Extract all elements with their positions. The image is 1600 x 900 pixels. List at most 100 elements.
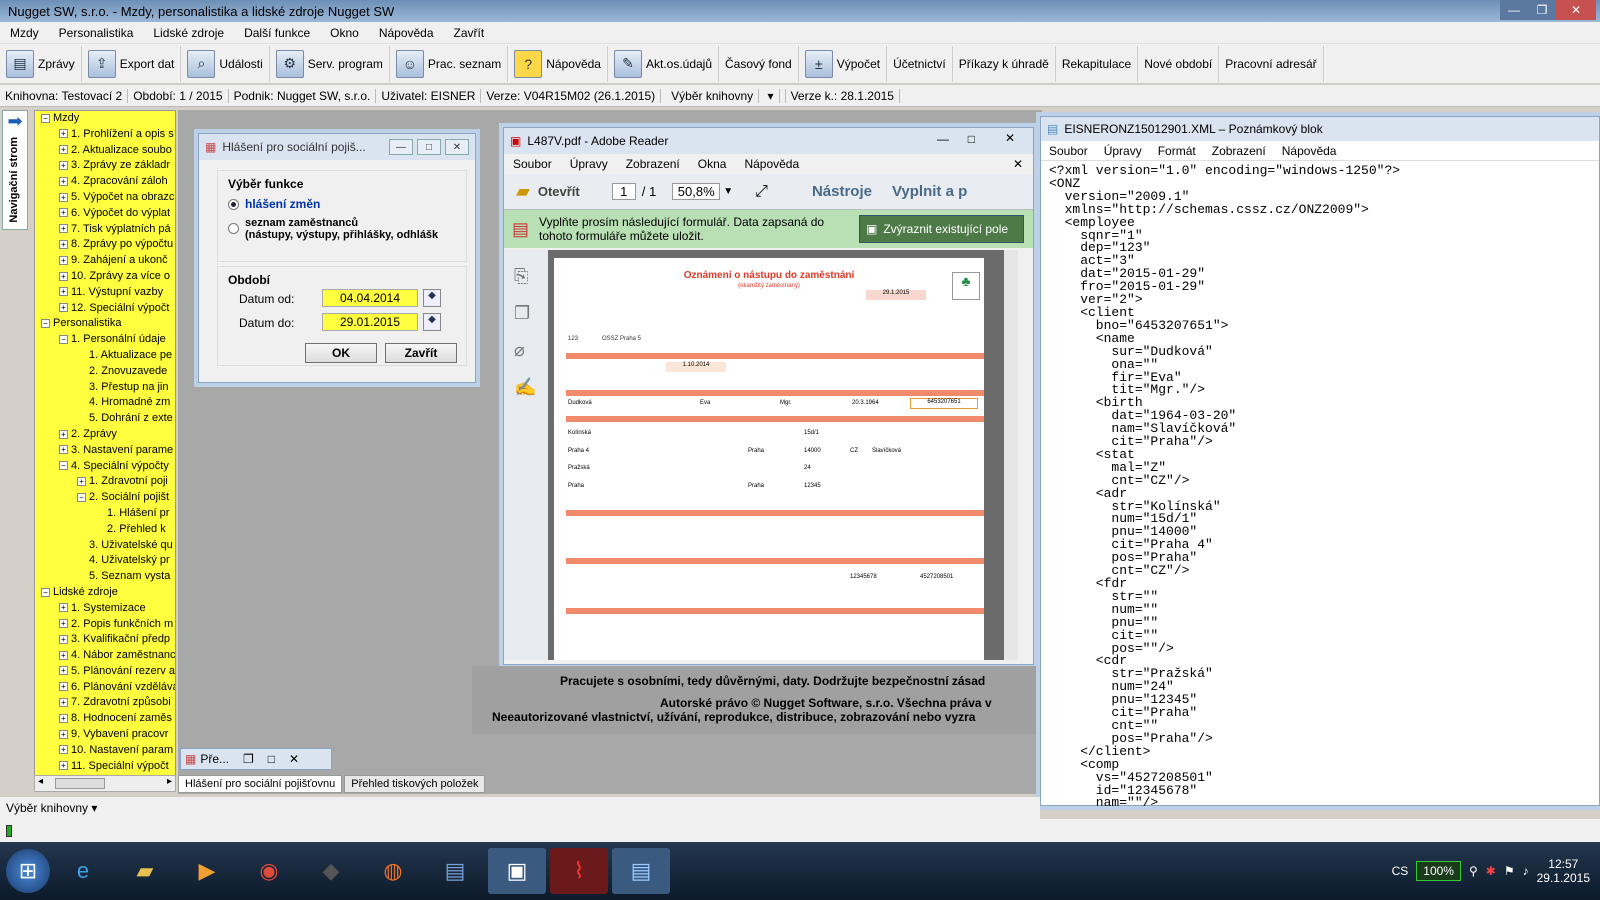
menu-zavrit[interactable]: Zavřít — [444, 26, 495, 40]
form-country[interactable]: CZ — [850, 448, 858, 454]
tree-item[interactable]: +7. Zdravotní způsobi — [35, 695, 175, 711]
date-to-field[interactable]: 29.01.2015 — [322, 313, 418, 331]
form-city-2[interactable]: Praha — [568, 483, 584, 489]
reader-menu-okna[interactable]: Okna — [689, 157, 736, 171]
language-indicator[interactable]: CS — [1392, 864, 1409, 878]
tree-item[interactable]: +4. Zpracování záloh — [35, 174, 175, 190]
menu-lidske-zdroje[interactable]: Lidské zdroje — [143, 26, 234, 40]
volume-icon[interactable]: ♪ — [1523, 864, 1529, 878]
network-icon[interactable]: ⚲ — [1469, 864, 1478, 878]
tree-item[interactable]: −1. Personální údaje — [35, 332, 175, 348]
scroll-left-icon[interactable]: ◂ — [38, 776, 43, 787]
tree-item[interactable]: 4. Hromadné zm — [35, 395, 175, 411]
form-date-start[interactable]: 1.10.2014 — [666, 362, 726, 372]
tree-item[interactable]: +8. Zprávy po výpočtu — [35, 237, 175, 253]
tree-item[interactable]: 1. Hlášení pr — [35, 506, 175, 522]
collapse-icon[interactable]: − — [41, 318, 50, 328]
form-employer-id[interactable]: 12345678 — [850, 574, 877, 580]
tree-item[interactable]: +3. Zprávy ze základr — [35, 158, 175, 174]
tree-item[interactable]: 3. Uživatelské qu — [35, 538, 175, 554]
form-house-number[interactable]: 15d/1 — [804, 430, 819, 436]
tree-item[interactable]: +1. Systemizace — [35, 601, 175, 617]
app-icon[interactable]: ◆ — [302, 848, 360, 894]
expand-icon[interactable]: + — [59, 239, 68, 249]
attachment-icon[interactable]: ⌀ — [514, 340, 538, 361]
notepad-menu-soubor[interactable]: Soubor — [1041, 144, 1096, 158]
reader-menu-zobrazeni[interactable]: Zobrazení — [617, 157, 689, 171]
menu-mzdy[interactable]: Mzdy — [0, 26, 49, 40]
form-title-field[interactable]: Mgr. — [780, 400, 792, 406]
expand-icon[interactable]: + — [59, 666, 68, 676]
dialog-close-button[interactable]: ✕ — [445, 139, 469, 155]
expand-icon[interactable]: + — [59, 619, 68, 629]
menu-napoveda[interactable]: Nápověda — [369, 26, 444, 40]
tree-item[interactable]: +2. Popis funkčních m — [35, 617, 175, 633]
tree-item[interactable]: +6. Výpočet do výplat — [35, 206, 175, 222]
expand-icon[interactable]: + — [59, 176, 68, 186]
shield-icon[interactable]: ✱ — [1486, 864, 1496, 878]
tree-item[interactable]: +10. Nastavení param — [35, 743, 175, 759]
open-button[interactable]: Otevřít — [538, 184, 580, 199]
expand-icon[interactable]: + — [59, 713, 68, 723]
tree-item[interactable]: +3. Kvalifikační předp — [35, 632, 175, 648]
collapse-icon[interactable]: − — [41, 113, 50, 123]
expand-icon[interactable]: + — [59, 745, 68, 755]
zoom-input[interactable]: 50,8% — [672, 183, 721, 200]
tree-item[interactable]: −4. Speciální výpočty — [35, 459, 175, 475]
pages-panel-icon[interactable]: ⎘ — [514, 266, 538, 287]
serv-program-button[interactable]: ⚙ Serv. program — [270, 45, 390, 82]
reader-vscrollbar[interactable] — [1004, 250, 1018, 660]
tree-item[interactable]: − Mzdy — [35, 111, 175, 127]
reader-close-button[interactable]: ✕ — [1005, 131, 1015, 145]
akt-os-udaju-button[interactable]: ✎ Akt.os.údajů — [608, 45, 720, 82]
tree-item[interactable]: +1. Zdravotní poji — [35, 474, 175, 490]
form-street-2[interactable]: Pražská — [568, 465, 590, 471]
zoom-dropdown-icon[interactable]: ▼ — [723, 186, 733, 197]
signature-icon[interactable]: ✍ — [514, 377, 538, 398]
form-street[interactable]: Kolínská — [568, 430, 591, 436]
tools-button[interactable]: Nástroje — [812, 183, 872, 200]
expand-icon[interactable]: + — [59, 729, 68, 739]
notepad-menu-napoveda[interactable]: Nápověda — [1274, 144, 1345, 158]
document-view[interactable]: Oznámení o nástupu do zaměstnání (okamži… — [548, 250, 1018, 660]
collapse-icon[interactable]: − — [41, 587, 50, 597]
start-button[interactable]: ⊞ — [6, 849, 50, 893]
prac-seznam-button[interactable]: ☺ Prac. seznam — [390, 45, 509, 82]
media-player-icon[interactable]: ▶ — [178, 848, 236, 894]
battery-indicator[interactable]: 100% — [1416, 861, 1461, 881]
tree-item[interactable]: 5. Dohrání z exte — [35, 411, 175, 427]
date-to-picker-icon[interactable]: ◆ — [423, 313, 441, 331]
bottom-library-select[interactable]: Výběr knihovny — [6, 801, 88, 815]
notepad-task-icon[interactable]: ▤ — [612, 848, 670, 894]
fill-sign-button[interactable]: Vyplnit a p — [892, 183, 967, 200]
nove-obdobi-button[interactable]: Nové období — [1138, 45, 1220, 82]
copy-panel-icon[interactable]: ❐ — [514, 303, 538, 324]
expand-icon[interactable]: + — [59, 634, 68, 644]
form-post-2[interactable]: Praha — [748, 483, 764, 489]
form-birth-number[interactable]: 6453207651 — [910, 398, 978, 409]
expand-icon[interactable]: + — [59, 160, 68, 170]
expand-icon[interactable]: + — [59, 650, 68, 660]
menu-okno[interactable]: Okno — [320, 26, 369, 40]
explorer-icon[interactable]: ▰ — [116, 848, 174, 894]
nav-tree-tab[interactable]: ➡ Navigační strom — [2, 110, 28, 230]
form-maiden-name[interactable]: Slavíčková — [872, 448, 901, 454]
minimized-window[interactable]: ▦ Pře... ❐ □ ✕ — [180, 748, 332, 770]
reader-menu-napoveda[interactable]: Nápověda — [735, 157, 808, 171]
ok-button[interactable]: OK — [305, 343, 377, 363]
reader-maximize-button[interactable]: □ — [968, 132, 975, 146]
zavrit-button[interactable]: Zavřít — [385, 343, 457, 363]
firefox-icon[interactable]: ◍ — [364, 848, 422, 894]
notepad-menu-format[interactable]: Formát — [1150, 144, 1204, 158]
date-from-picker-icon[interactable]: ◆ — [423, 289, 441, 307]
ucetnictvi-button[interactable]: Účetnictví — [887, 45, 953, 82]
page-number-input[interactable]: 1 — [611, 183, 636, 200]
tree-item[interactable]: +2. Zprávy — [35, 427, 175, 443]
expand-icon[interactable]: + — [59, 698, 68, 708]
expand-icon[interactable]: + — [59, 145, 68, 155]
restore-icon[interactable]: ❐ — [243, 752, 254, 766]
minimize-button[interactable]: — — [1500, 0, 1528, 20]
expand-icon[interactable]: + — [59, 255, 68, 265]
tree-item[interactable]: 4. Uživatelský pr — [35, 553, 175, 569]
date-from-field[interactable]: 04.04.2014 — [322, 289, 418, 307]
